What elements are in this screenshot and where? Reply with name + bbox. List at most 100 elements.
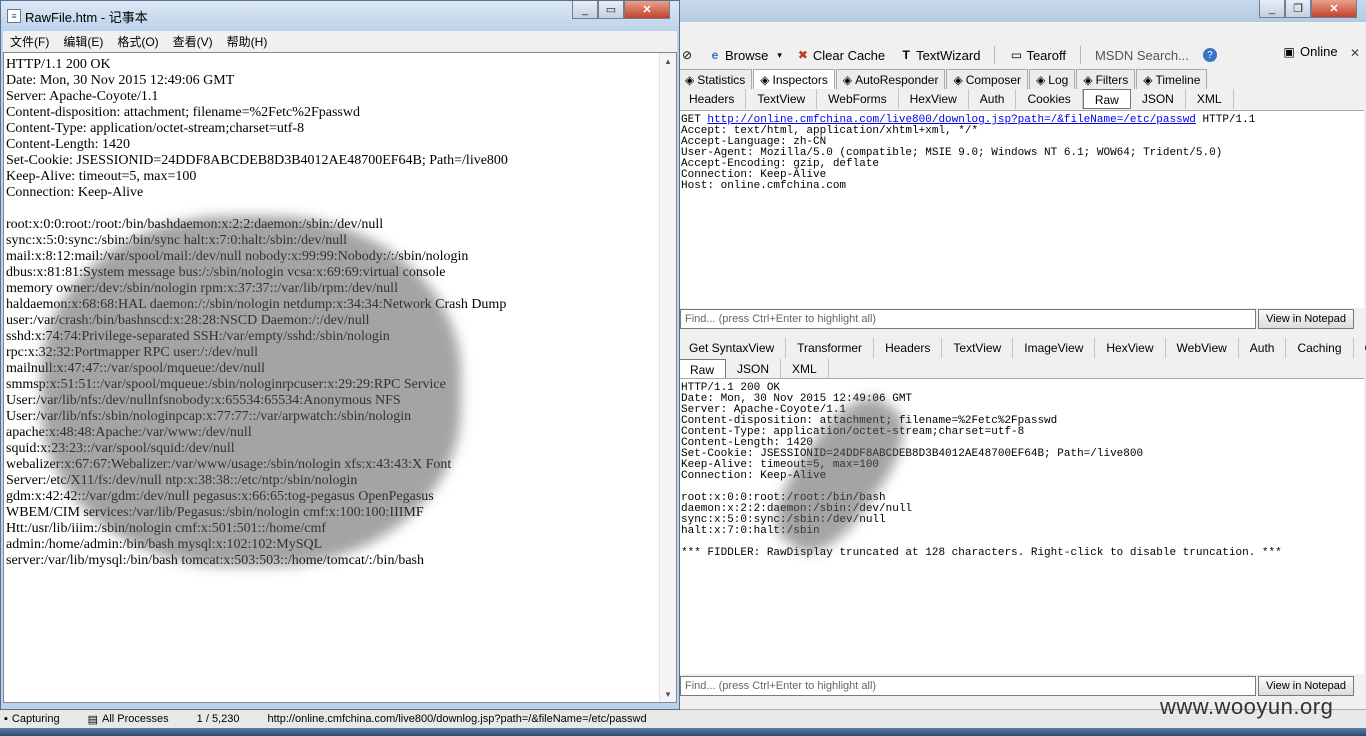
menu-item[interactable]: 格式(O) <box>110 33 165 50</box>
text-line: squid:x:23:23::/var/spool/squid:/dev/nul… <box>6 441 235 456</box>
request-tab-auth[interactable]: Auth <box>969 89 1017 109</box>
menu-item[interactable]: 文件(F) <box>3 33 56 50</box>
capturing-toggle[interactable]: ▪ Capturing <box>4 713 60 725</box>
request-tab-raw[interactable]: Raw <box>1082 89 1131 109</box>
response-raw-pane[interactable]: HTTP/1.1 200 OK Date: Mon, 30 Nov 2015 12… <box>678 378 1364 674</box>
response-tab-auth[interactable]: Auth <box>1239 338 1287 358</box>
tearoff-button[interactable]: ▭ Tearoff <box>1009 48 1066 63</box>
text-line: WBEM/CIM services:/var/lib/Pegasus:/sbin… <box>6 505 424 520</box>
replay-item[interactable]: ⊘ <box>680 48 694 62</box>
tab-label: Inspectors <box>772 72 828 87</box>
taskbar <box>0 728 1366 736</box>
text-line: HTTP/1.1 200 OK <box>6 57 111 72</box>
process-icon: ▤ <box>87 713 99 726</box>
notepad-close-button[interactable]: ✕ <box>624 1 670 19</box>
tab-inspectors[interactable]: ◈ Inspectors <box>753 69 835 89</box>
text-line: dbus:x:81:81:System message bus:/:/sbin/… <box>6 265 446 280</box>
status-url: http://online.cmfchina.com/live800/downl… <box>267 713 647 725</box>
response-tab-cookies[interactable]: Cookies <box>1354 338 1366 358</box>
text-line: sync:x:5:0:sync:/sbin:/bin/sync halt:x:7… <box>6 233 348 248</box>
request-header-line: Host: online.cmfchina.com <box>681 180 847 192</box>
session-count: 1 / 5,230 <box>196 713 240 725</box>
response-tab-caching[interactable]: Caching <box>1286 338 1354 358</box>
text-line: Connection: Keep-Alive <box>6 185 144 200</box>
inspector-main-tabs: ◈ Statistics ◈ Inspectors ◈ AutoResponder ◈ Com… <box>678 69 1208 89</box>
request-raw-pane[interactable]: GET http://online.cmfchina.com/live800/d… <box>678 110 1364 308</box>
request-tab-headers[interactable]: Headers <box>678 89 747 109</box>
response-line: Connection: Keep-Alive <box>681 470 827 482</box>
minimize-button[interactable]: _ <box>1259 0 1285 18</box>
menu-item[interactable]: 编辑(E) <box>56 33 110 50</box>
close-button[interactable]: ✕ <box>1311 0 1357 18</box>
browse-button[interactable]: e Browse ▾ <box>708 48 782 63</box>
online-indicator[interactable]: ▣ Online <box>1282 44 1337 59</box>
response-subtab-json[interactable]: JSON <box>726 359 782 379</box>
request-tab-xml[interactable]: XML <box>1186 89 1234 109</box>
tab-label: Statistics <box>697 72 746 87</box>
autoresponder-icon: ◈ <box>842 72 853 87</box>
tab-composer[interactable]: ◈ Composer <box>946 69 1029 89</box>
response-tab-transformer[interactable]: Transformer <box>786 338 875 358</box>
response-tab-get-syntaxview[interactable]: Get SyntaxView <box>678 338 787 358</box>
request-tabs: Headers TextView WebForms HexView Auth Cookie… <box>678 89 1234 109</box>
tab-filters[interactable]: ◈ Filters <box>1076 69 1136 89</box>
text-line: sshd:x:74:74:Privilege-separated SSH:/va… <box>6 329 390 344</box>
notepad-text[interactable]: HTTP/1.1 200 OK Date: Mon, 30 Nov 2015 12… <box>6 57 658 697</box>
menu-item[interactable]: 帮助(H) <box>220 33 275 50</box>
tab-statistics[interactable]: ◈ Statistics <box>678 69 753 89</box>
request-view-in-notepad-button[interactable]: View in Notepad <box>1258 309 1354 329</box>
text-line: root:x:0:0:root:/root:/bin/bashdaemon:x:… <box>6 217 384 232</box>
request-tab-webforms[interactable]: WebForms <box>817 89 899 109</box>
notepad-title: RawFile.htm - 记事本 <box>25 9 148 25</box>
process-filter[interactable]: ▤ All Processes <box>88 713 169 726</box>
tearoff-label: Tearoff <box>1026 47 1066 63</box>
request-find-input[interactable]: Find... (press Ctrl+Enter to highlight a… <box>680 309 1256 329</box>
menu-item[interactable]: 查看(V) <box>166 33 220 50</box>
close-icon[interactable]: ✕ <box>1350 46 1360 60</box>
vertical-scrollbar[interactable]: ▲ ▼ <box>659 53 676 702</box>
response-tab-textview[interactable]: TextView <box>942 338 1014 358</box>
text-line: User:/var/lib/nfs:/sbin/nologinpcap:x:77… <box>6 409 412 424</box>
response-view-in-notepad-button[interactable]: View in Notepad <box>1258 676 1354 696</box>
response-tab-headers[interactable]: Headers <box>874 338 943 358</box>
notepad-editor[interactable]: HTTP/1.1 200 OK Date: Mon, 30 Nov 2015 12… <box>3 52 677 703</box>
msdn-search-label: MSDN Search... <box>1094 47 1189 63</box>
dropdown-arrow-icon[interactable]: ▾ <box>777 50 782 61</box>
request-tab-hexview[interactable]: HexView <box>899 89 969 109</box>
response-subtabs: Raw JSON XML <box>678 359 829 379</box>
response-line: *** FIDDLER: RawDisplay truncated at 128… <box>681 547 1282 559</box>
help-icon[interactable]: ? <box>1202 48 1217 62</box>
clear-cache-button[interactable]: ✖ Clear Cache <box>796 48 885 63</box>
tab-timeline[interactable]: ◈ Timeline <box>1136 69 1208 89</box>
text-line: mailnull:x:47:47::/var/spool/mqueue:/dev… <box>6 361 265 376</box>
request-tab-json[interactable]: JSON <box>1131 89 1186 109</box>
response-tab-webview[interactable]: WebView <box>1166 338 1239 358</box>
notepad-minimize-button[interactable]: _ <box>572 1 598 19</box>
response-subtab-xml[interactable]: XML <box>781 359 829 379</box>
composer-icon: ◈ <box>953 72 963 87</box>
msdn-search-box[interactable]: MSDN Search... <box>1095 48 1189 63</box>
tab-log[interactable]: ◈ Log <box>1029 69 1076 89</box>
tab-autoresponder[interactable]: ◈ AutoResponder <box>835 69 946 89</box>
text-line: apache:x:48:48:Apache:/var/www:/dev/null <box>6 425 252 440</box>
text-line: Server:/etc/X11/fs:/dev/null ntp:x:38:38… <box>6 473 358 488</box>
stop-icon: ⊘ <box>681 48 693 62</box>
notepad-window: ≡ RawFile.htm - 记事本 _ ▭ ✕ 文件(F) 编辑(E) 格式(O… <box>0 0 680 710</box>
response-tab-hexview[interactable]: HexView <box>1095 338 1166 358</box>
scroll-up-icon[interactable]: ▲ <box>660 53 676 69</box>
response-subtab-raw[interactable]: Raw <box>678 359 727 379</box>
maximize-button[interactable]: ❐ <box>1285 0 1311 18</box>
text-line: Keep-Alive: timeout=5, max=100 <box>6 169 197 184</box>
scroll-down-icon[interactable]: ▼ <box>660 686 676 702</box>
text-line: user:/var/crash:/bin/bashnscd:x:28:28:NS… <box>6 313 370 328</box>
request-tab-cookies[interactable]: Cookies <box>1016 89 1083 109</box>
request-tab-textview[interactable]: TextView <box>746 89 818 109</box>
textwizard-button[interactable]: T TextWizard <box>899 48 980 63</box>
text-line: User:/var/lib/nfs:/dev/nullnfsnobody:x:6… <box>6 393 401 408</box>
text-line: server:/var/lib/mysql:/bin/bash tomcat:x… <box>6 553 424 568</box>
response-tab-imageview[interactable]: ImageView <box>1013 338 1096 358</box>
response-find-input[interactable]: Find... (press Ctrl+Enter to highlight a… <box>680 676 1256 696</box>
filters-icon: ◈ <box>1083 72 1093 87</box>
notepad-maximize-button[interactable]: ▭ <box>598 1 624 19</box>
timeline-icon: ◈ <box>1143 72 1153 87</box>
